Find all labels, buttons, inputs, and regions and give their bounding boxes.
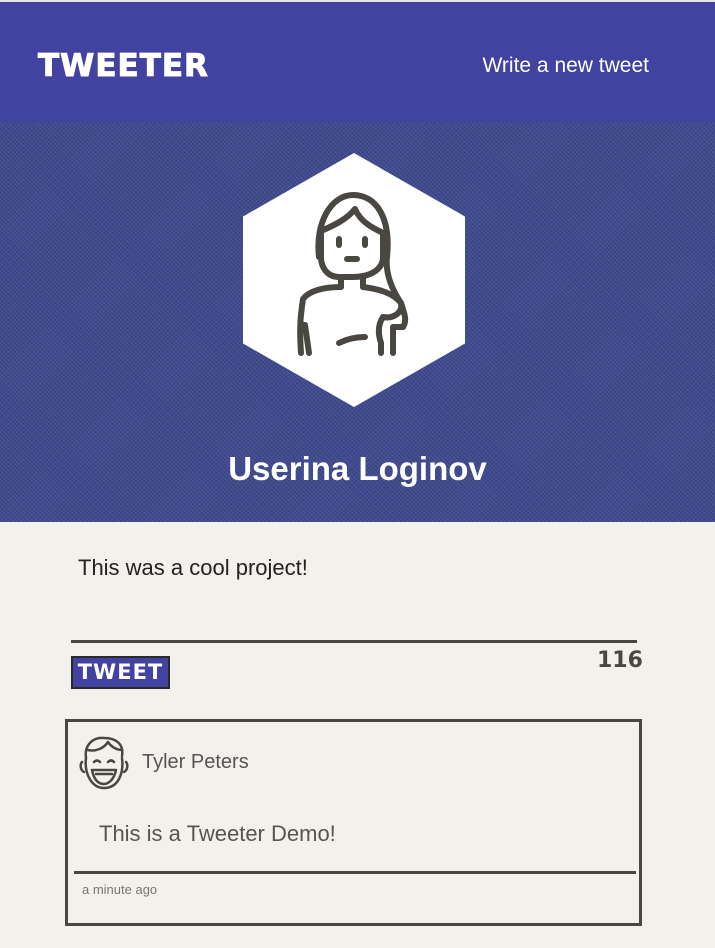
compose-divider [71, 640, 637, 643]
tweet-card: Tyler Peters This is a Tweeter Demo! a m… [65, 719, 642, 926]
compose-textarea[interactable]: This was a cool project! [78, 555, 308, 581]
tweet-author: Tyler Peters [142, 751, 249, 773]
tweet-timestamp: a minute ago [82, 882, 158, 897]
tweet-divider [74, 871, 636, 874]
smiling-boy-avatar-icon [79, 736, 129, 790]
write-new-tweet-link[interactable]: Write a new tweet [482, 54, 649, 78]
profile-header: Userina Loginov [0, 122, 715, 522]
brand-logo[interactable]: TWEETER [38, 48, 209, 85]
character-counter: 116 [597, 648, 643, 673]
woman-avatar-icon [243, 153, 465, 407]
top-nav: TWEETER Write a new tweet [0, 0, 715, 122]
tweet-body: This is a Tweeter Demo! [99, 821, 336, 846]
profile-name: Userina Loginov [228, 450, 487, 487]
tweet-button[interactable]: TWEET [71, 656, 170, 689]
